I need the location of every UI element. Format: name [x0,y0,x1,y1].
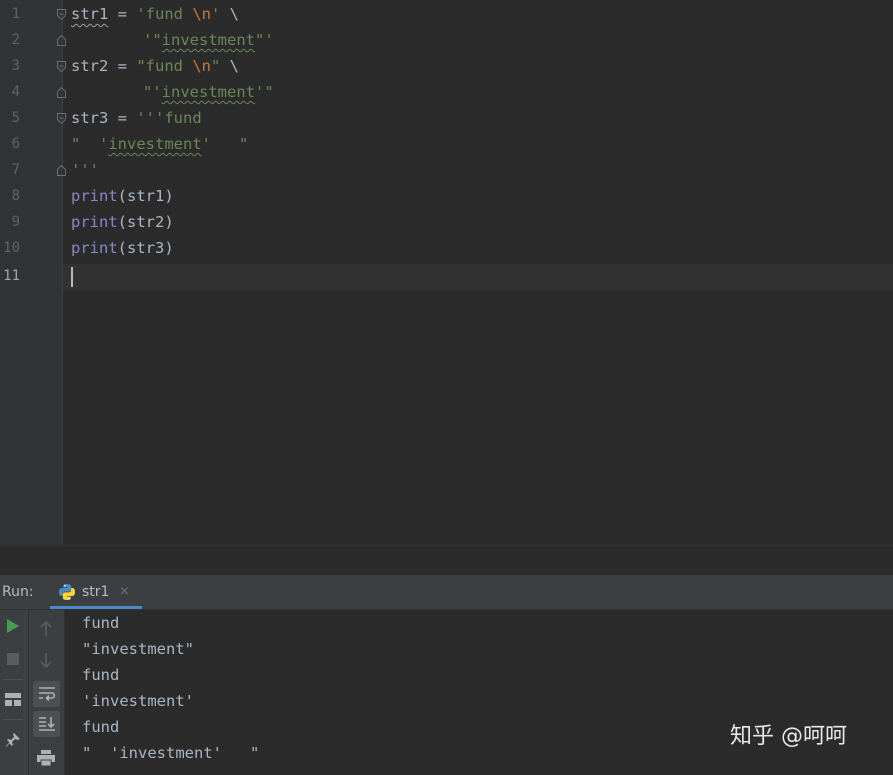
string-literal: ' " [201,135,249,153]
scroll-to-end-icon[interactable] [33,711,60,737]
editor-bottom-area [0,545,893,576]
layout-icon[interactable] [2,688,24,710]
escape-sequence: \n [192,5,211,23]
fold-marker-icon[interactable] [57,35,66,46]
string-literal-typo: investment [161,83,255,101]
line-number-gutter: 1 2 3 4 5 6 7 8 9 10 11 [0,0,63,545]
run-tab-str1[interactable]: str1 × [50,575,142,609]
string-literal: " [211,57,221,75]
soft-wrap-icon[interactable] [33,681,60,707]
watermark: 知乎 @呵呵 [730,724,847,749]
variable-name: str3 [71,109,109,127]
down-arrow-icon[interactable] [35,649,57,671]
fold-marker-icon[interactable] [57,9,66,20]
code-editor[interactable]: 1 2 3 4 5 6 7 8 9 10 11 str1 = 'fund \n'… [0,0,893,545]
string-literal: ' [211,5,221,23]
line-number: 1 [11,6,20,22]
code-line-7: ''' [71,157,99,183]
string-literal: '''fund [136,109,202,127]
stop-icon[interactable] [2,648,24,670]
print-icon[interactable] [35,747,57,769]
output-line: 'investment' [82,692,194,710]
string-literal: '" [143,31,162,49]
output-line: "investment" [82,640,194,658]
line-number: 4 [11,84,20,100]
close-icon[interactable]: × [119,575,130,609]
variable-name: str1 [71,5,109,23]
code-line-3: str2 = "fund \n" \ [71,53,239,79]
up-arrow-icon[interactable] [35,618,57,640]
builtin-function: print [71,187,118,205]
string-literal: ''' [71,161,99,179]
line-continuation: \ [220,57,240,75]
call-arguments: (str3) [117,239,174,257]
string-literal-typo: investment [161,31,255,49]
operator: = [108,109,137,127]
code-line-5: str3 = '''fund [71,105,202,131]
line-number: 10 [3,240,20,256]
string-literal: '" [255,83,274,101]
string-literal: 'fund [136,5,193,23]
run-tab-label: str1 [82,584,110,600]
toolbar-divider [3,719,23,720]
call-arguments: (str1) [117,187,174,205]
output-line: fund [82,666,120,684]
code-line-10: print(str3) [71,235,174,261]
code-line-9: print(str2) [71,209,174,235]
line-number: 5 [11,110,20,126]
run-toolbar-primary [0,610,29,775]
call-arguments: (str2) [117,213,174,231]
output-line: fund [82,718,120,736]
text-caret [71,267,73,287]
line-number: 7 [11,162,20,178]
line-number: 9 [11,214,20,230]
fold-marker-icon[interactable] [57,61,66,72]
code-line-8: print(str1) [71,183,174,209]
output-line: fund [82,614,120,632]
code-line-4: "'investment'" [143,79,274,105]
code-line-1: str1 = 'fund \n' \ [71,1,239,27]
run-title: Run: [2,584,34,600]
code-line-2: '"investment"' [143,27,274,53]
toolbar-divider [3,679,23,680]
operator: = [108,5,137,23]
string-literal: "' [143,83,162,101]
escape-sequence: \n [192,57,211,75]
operator: = [108,57,137,75]
builtin-function: print [71,239,118,257]
run-toolbar-secondary [29,610,65,775]
string-literal-typo: investment [108,135,202,153]
pin-icon[interactable] [2,729,24,751]
run-icon[interactable] [2,615,24,637]
string-literal: "' [255,31,274,49]
active-tab-indicator [50,606,142,609]
current-line-highlight [63,264,893,290]
line-number: 2 [11,32,20,48]
string-literal: "fund [136,57,193,75]
line-number: 8 [11,188,20,204]
builtin-function: print [71,213,118,231]
run-console: fund "investment" fund 'investment' fund… [0,610,893,775]
output-line: " 'investment' " [82,744,260,762]
run-tool-window-header: Run: str1 × [0,575,893,610]
line-number: 6 [11,136,20,152]
string-literal: " ' [71,135,109,153]
line-number-current: 11 [3,268,20,284]
fold-marker-icon[interactable] [57,113,66,124]
fold-marker-icon[interactable] [57,87,66,98]
fold-marker-icon[interactable] [57,165,66,176]
python-file-icon [58,583,76,605]
variable-name: str2 [71,57,109,75]
line-number: 3 [11,58,20,74]
line-continuation: \ [220,5,240,23]
code-line-6: " 'investment' " [71,131,248,157]
